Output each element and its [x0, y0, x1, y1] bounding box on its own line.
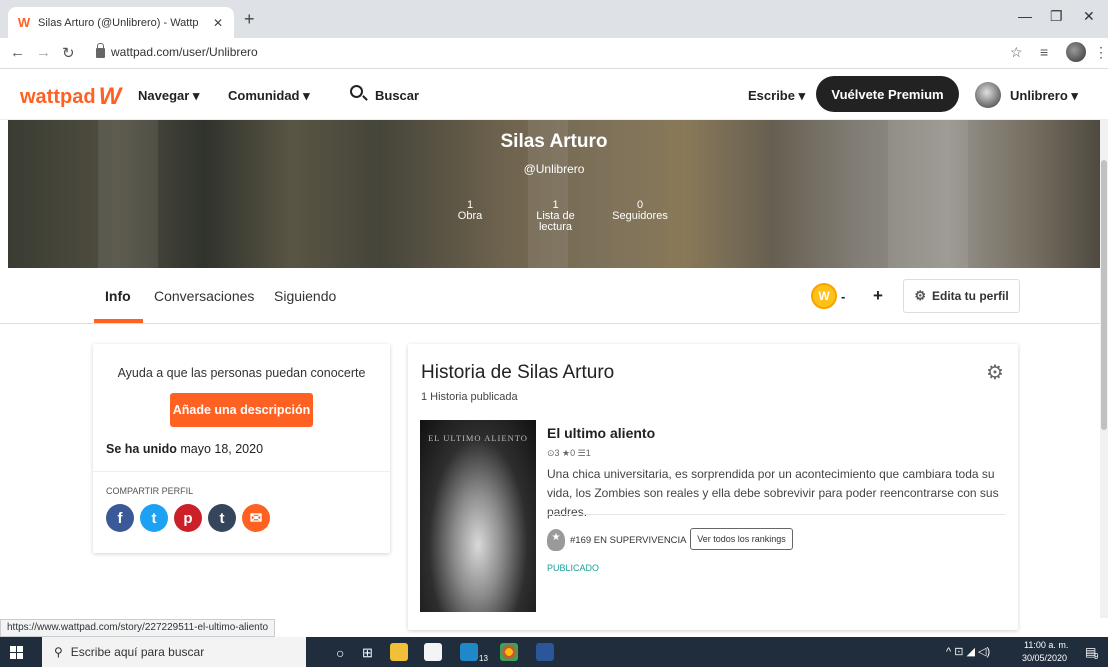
new-tab-icon[interactable]: +: [244, 9, 255, 30]
story-title[interactable]: El ultimo aliento: [547, 425, 655, 441]
wattpad-favicon-icon: W: [17, 15, 31, 30]
premium-button[interactable]: Vuélvete Premium: [816, 76, 959, 112]
joined-label: Se ha unido: [106, 442, 177, 456]
window-close-icon[interactable]: ✕: [1083, 8, 1095, 25]
rank-text: #169 EN SUPERVIVENCIA: [570, 535, 687, 546]
reading-list-icon[interactable]: ≡: [1040, 44, 1048, 60]
wattpad-logo[interactable]: wattpad W: [20, 83, 121, 111]
bookmark-star-icon[interactable]: ☆: [1010, 44, 1023, 61]
email-icon[interactable]: ✉: [242, 504, 270, 532]
story-stats: ⊙3 ★0 ☰1: [547, 448, 591, 458]
view-rankings-button[interactable]: Ver todos los rankings: [690, 528, 793, 550]
lock-icon: [96, 43, 105, 58]
joined-info: Se ha unido mayo 18, 2020: [106, 442, 263, 456]
cover-title-text: EL ULTIMO ALIENTO: [428, 433, 528, 443]
settings-gear-icon[interactable]: ⚙: [986, 360, 1004, 385]
stories-card: Historia de Silas Arturo 1 Historia publ…: [408, 344, 1018, 630]
search-icon[interactable]: [350, 85, 363, 98]
stat-followers-label: Seguidores: [612, 210, 668, 222]
edit-profile-button[interactable]: ⚙ Edita tu perfil: [903, 279, 1020, 313]
coin-icon[interactable]: W: [811, 283, 837, 309]
divider: [547, 514, 1005, 515]
back-icon[interactable]: ←: [10, 44, 25, 61]
profile-name: Silas Arturo: [500, 131, 608, 152]
help-text: Ayuda a que las personas puedan conocert…: [117, 366, 366, 380]
tab-info[interactable]: Info: [105, 288, 131, 304]
scrollbar-thumb[interactable]: [1101, 160, 1107, 430]
joined-date: mayo 18, 2020: [180, 442, 264, 456]
coin-balance: -: [841, 289, 846, 304]
facebook-icon[interactable]: f: [106, 504, 134, 532]
nav-community[interactable]: Comunidad ▾: [228, 88, 310, 104]
add-description-button[interactable]: Añade una descripción: [170, 393, 313, 427]
notification-badge: 9: [1094, 652, 1099, 661]
pinterest-icon[interactable]: p: [174, 504, 202, 532]
avatar[interactable]: [975, 82, 1001, 108]
taskbar: ⚲ Escribe aquí para buscar ○ ⊞ 13 ^ ⊡ ◢ …: [0, 637, 1108, 667]
stat-works-label: Obra: [457, 210, 483, 222]
taskbar-search-placeholder: Escribe aquí para buscar: [70, 645, 205, 659]
browser-tabbar: W Silas Arturo (@Unlibrero) - Wattp ✕ + …: [0, 0, 1108, 38]
site-header: wattpad W Navegar ▾ Comunidad ▾ Buscar E…: [0, 70, 1108, 120]
browser-tab[interactable]: W Silas Arturo (@Unlibrero) - Wattp ✕: [8, 7, 234, 38]
clock-time: 11:00 a. m.: [1024, 640, 1069, 650]
rank-badge-icon: ★: [547, 529, 565, 551]
menu-dots-icon[interactable]: ⋮: [1094, 44, 1108, 61]
active-tab-indicator: [94, 319, 143, 323]
story-cover[interactable]: EL ULTIMO ALIENTO: [420, 420, 536, 612]
chrome-icon[interactable]: [500, 643, 518, 661]
status-url: https://www.wattpad.com/story/227229511-…: [0, 619, 276, 637]
stat-followers[interactable]: 0 Seguidores: [605, 200, 675, 222]
profile-banner: Silas Arturo @Unlibrero 1 Obra 1 Lista d…: [8, 120, 1100, 268]
search-icon: ⚲: [54, 645, 63, 659]
chrome-profile-avatar[interactable]: [1066, 42, 1086, 62]
tab-title: Silas Arturo (@Unlibrero) - Wattp: [38, 16, 199, 29]
gear-icon: ⚙: [914, 288, 926, 303]
mail-icon[interactable]: [460, 643, 478, 661]
user-menu[interactable]: Unlibrero ▾: [1010, 88, 1078, 104]
url-field[interactable]: wattpad.com/user/Unlibrero: [96, 43, 258, 59]
search-button[interactable]: Buscar: [375, 88, 419, 103]
twitter-icon[interactable]: t: [140, 504, 168, 532]
status-badge: PUBLICADO: [547, 563, 600, 573]
cortana-icon[interactable]: ○: [336, 645, 344, 661]
add-coins-button[interactable]: +: [865, 283, 891, 309]
mail-badge: 13: [479, 654, 488, 663]
tab-conversations[interactable]: Conversaciones: [154, 288, 254, 304]
forward-icon[interactable]: →: [36, 44, 51, 61]
restore-icon[interactable]: ❐: [1050, 8, 1063, 25]
share-label: COMPARTIR PERFIL: [106, 486, 194, 496]
word-icon[interactable]: [536, 643, 554, 661]
file-explorer-icon[interactable]: [390, 643, 408, 661]
stories-heading: Historia de Silas Arturo: [421, 362, 615, 383]
windows-start-icon[interactable]: [10, 646, 23, 659]
store-icon[interactable]: [424, 643, 442, 661]
tumblr-icon[interactable]: t: [208, 504, 236, 532]
stories-count: 1 Historia publicada: [421, 391, 518, 403]
taskbar-search-field[interactable]: ⚲ Escribe aquí para buscar: [42, 637, 306, 667]
clock-date: 30/05/2020: [1022, 653, 1068, 663]
stat-reading-lists[interactable]: 1 Lista de lectura: [523, 200, 588, 233]
nav-browse[interactable]: Navegar ▾: [138, 88, 199, 104]
logo-text: wattpad: [20, 85, 96, 108]
wattpad-w-icon: W: [98, 83, 122, 110]
about-card: Ayuda a que las personas puedan conocert…: [93, 344, 390, 553]
tab-following[interactable]: Siguiendo: [274, 288, 336, 304]
reload-icon[interactable]: ↻: [62, 44, 75, 62]
stat-reading-lists-label: Lista de lectura: [536, 210, 575, 233]
task-view-icon[interactable]: ⊞: [362, 645, 373, 661]
address-bar: ← → ↻ wattpad.com/user/Unlibrero ☆ ≡ ⋮: [0, 38, 1108, 69]
nav-write[interactable]: Escribe ▾: [748, 88, 805, 104]
minimize-icon[interactable]: —: [1018, 8, 1032, 24]
url-text: wattpad.com/user/Unlibrero: [111, 45, 258, 59]
stat-works[interactable]: 1 Obra: [445, 200, 495, 222]
system-tray-icons[interactable]: ^ ⊡ ◢ ◁): [946, 645, 990, 658]
close-icon[interactable]: ✕: [210, 16, 226, 30]
profile-handle: @Unlibrero: [523, 162, 585, 176]
edit-profile-label: Edita tu perfil: [931, 289, 1009, 303]
